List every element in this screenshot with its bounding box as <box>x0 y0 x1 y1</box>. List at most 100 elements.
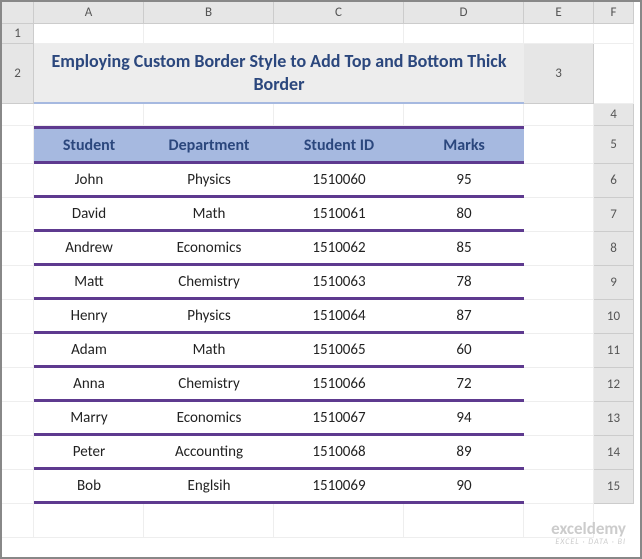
cell-A3[interactable] <box>2 104 34 126</box>
cell-B15[interactable] <box>34 504 144 538</box>
cell-B1[interactable] <box>144 24 274 44</box>
cell-A11[interactable] <box>2 368 34 402</box>
table-row[interactable]: 1510060 <box>274 164 404 198</box>
table-row[interactable]: 80 <box>404 198 524 232</box>
header-marks[interactable]: Marks <box>404 126 524 164</box>
row-header-2[interactable]: 2 <box>2 44 34 104</box>
table-row[interactable]: Marry <box>34 402 144 436</box>
cell-F12[interactable] <box>524 402 594 436</box>
cell-A5[interactable] <box>2 164 34 198</box>
table-row[interactable]: 1510067 <box>274 402 404 436</box>
table-row[interactable]: 95 <box>404 164 524 198</box>
table-row[interactable]: 1510068 <box>274 436 404 470</box>
table-row[interactable]: 89 <box>404 436 524 470</box>
table-row[interactable]: Andrew <box>34 232 144 266</box>
cell-C3[interactable] <box>144 104 274 126</box>
table-row[interactable]: 1510062 <box>274 232 404 266</box>
cell-F8[interactable] <box>524 266 594 300</box>
table-row[interactable]: Math <box>144 198 274 232</box>
header-student[interactable]: Student <box>34 126 144 164</box>
table-row[interactable]: Anna <box>34 368 144 402</box>
cell-A9[interactable] <box>2 300 34 334</box>
col-header-A[interactable]: A <box>34 2 144 24</box>
table-row[interactable]: 87 <box>404 300 524 334</box>
col-header-B[interactable]: B <box>144 2 274 24</box>
cell-F3[interactable] <box>524 104 594 126</box>
table-row[interactable]: John <box>34 164 144 198</box>
row-header-14[interactable]: 14 <box>594 436 634 470</box>
table-row[interactable]: 60 <box>404 334 524 368</box>
table-row[interactable]: 90 <box>404 470 524 504</box>
col-header-D[interactable]: D <box>404 2 524 24</box>
cell-C1[interactable] <box>274 24 404 44</box>
row-header-12[interactable]: 12 <box>594 368 634 402</box>
cell-A7[interactable] <box>2 232 34 266</box>
table-row[interactable]: Bob <box>34 470 144 504</box>
row-header-13[interactable]: 13 <box>594 402 634 436</box>
cell-A4[interactable] <box>2 126 34 164</box>
table-row[interactable]: 1510065 <box>274 334 404 368</box>
cell-A1[interactable] <box>34 24 144 44</box>
row-header-1[interactable]: 1 <box>2 24 34 44</box>
table-row[interactable]: Economics <box>144 402 274 436</box>
row-header-8[interactable]: 8 <box>594 232 634 266</box>
cell-A6[interactable] <box>2 198 34 232</box>
cell-F11[interactable] <box>524 368 594 402</box>
col-header-C[interactable]: C <box>274 2 404 24</box>
table-row[interactable]: 1510066 <box>274 368 404 402</box>
cell-F7[interactable] <box>524 232 594 266</box>
row-header-7[interactable]: 7 <box>594 198 634 232</box>
table-row[interactable]: Economics <box>144 232 274 266</box>
select-all-corner[interactable] <box>2 2 34 24</box>
cell-F10[interactable] <box>524 334 594 368</box>
row-header-9[interactable]: 9 <box>594 266 634 300</box>
table-row[interactable]: Physics <box>144 164 274 198</box>
cell-D3[interactable] <box>274 104 404 126</box>
cell-D1[interactable] <box>404 24 524 44</box>
cell-E1[interactable] <box>524 24 594 44</box>
table-row[interactable]: 85 <box>404 232 524 266</box>
table-row[interactable]: 1510063 <box>274 266 404 300</box>
cell-F1[interactable] <box>594 24 634 44</box>
title-cell[interactable]: Employing Custom Border Style to Add Top… <box>34 44 524 104</box>
table-row[interactable]: 1510061 <box>274 198 404 232</box>
header-student-id[interactable]: Student ID <box>274 126 404 164</box>
cell-A8[interactable] <box>2 266 34 300</box>
cell-A13[interactable] <box>2 436 34 470</box>
cell-A14[interactable] <box>2 470 34 504</box>
table-row[interactable]: 72 <box>404 368 524 402</box>
table-row[interactable]: Chemistry <box>144 368 274 402</box>
cell-A15[interactable] <box>2 504 34 538</box>
cell-F4[interactable] <box>524 126 594 164</box>
table-row[interactable]: 1510069 <box>274 470 404 504</box>
table-row[interactable]: 94 <box>404 402 524 436</box>
cell-F14[interactable] <box>524 470 594 504</box>
cell-B3[interactable] <box>34 104 144 126</box>
cell-E15[interactable] <box>404 504 524 538</box>
table-row[interactable]: Chemistry <box>144 266 274 300</box>
table-row[interactable]: 1510064 <box>274 300 404 334</box>
cell-F2[interactable] <box>594 44 634 104</box>
cell-E3[interactable] <box>404 104 524 126</box>
cell-A12[interactable] <box>2 402 34 436</box>
table-row[interactable]: 78 <box>404 266 524 300</box>
table-row[interactable]: David <box>34 198 144 232</box>
row-header-10[interactable]: 10 <box>594 300 634 334</box>
col-header-F[interactable]: F <box>594 2 634 24</box>
cell-D15[interactable] <box>274 504 404 538</box>
row-header-6[interactable]: 6 <box>594 164 634 198</box>
cell-F5[interactable] <box>524 164 594 198</box>
table-row[interactable]: Englsih <box>144 470 274 504</box>
table-row[interactable]: Matt <box>34 266 144 300</box>
header-department[interactable]: Department <box>144 126 274 164</box>
row-header-15[interactable]: 15 <box>594 470 634 504</box>
cell-F13[interactable] <box>524 436 594 470</box>
cell-F9[interactable] <box>524 300 594 334</box>
row-header-5[interactable]: 5 <box>594 126 634 164</box>
table-row[interactable]: Accounting <box>144 436 274 470</box>
row-header-3[interactable]: 3 <box>524 44 594 104</box>
col-header-E[interactable]: E <box>524 2 594 24</box>
table-row[interactable]: Math <box>144 334 274 368</box>
cell-F6[interactable] <box>524 198 594 232</box>
cell-F15[interactable] <box>524 504 594 538</box>
